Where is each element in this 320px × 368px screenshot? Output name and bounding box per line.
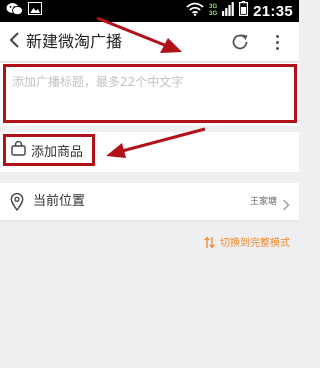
refresh-button[interactable] [229,31,251,53]
location-pin-icon [10,192,24,212]
broadcast-title-section [0,63,299,126]
network-top-label: 3G [209,4,218,10]
switch-mode-link[interactable]: 切换到完整模式 [204,234,290,253]
more-menu-button[interactable] [270,31,284,53]
image-notification-icon [28,2,42,20]
refresh-icon [229,34,251,57]
title-bar: 新建微淘广播 [0,22,299,62]
battery-icon [239,1,249,21]
chevron-left-icon [8,31,20,53]
status-time: 21:35 [253,2,293,20]
signal-icon [222,1,234,21]
location-row[interactable]: 当前位置 王家塘 [0,183,299,221]
back-button[interactable] [4,30,24,54]
add-product-label: 添加商品 [31,144,84,160]
network-bottom-label: 3G [209,11,218,17]
product-section: 添加商品 [0,132,299,172]
more-vertical-icon [275,34,279,50]
wifi-icon [186,2,204,21]
broadcast-title-input[interactable] [3,64,297,123]
location-label: 当前位置 [33,194,86,209]
network-type: 3G 3G [209,4,217,18]
add-product-button[interactable]: 添加商品 [3,134,95,166]
location-value: 王家塘 [249,197,277,207]
switch-arrows-icon [204,234,215,253]
chevron-right-icon [282,196,290,211]
wechat-icon [6,2,23,21]
page-title: 新建微淘广播 [26,32,123,51]
switch-mode-label: 切换到完整模式 [220,237,290,249]
shopping-bag-icon [11,140,26,160]
status-bar: 3G 3G 21:35 [0,0,299,22]
